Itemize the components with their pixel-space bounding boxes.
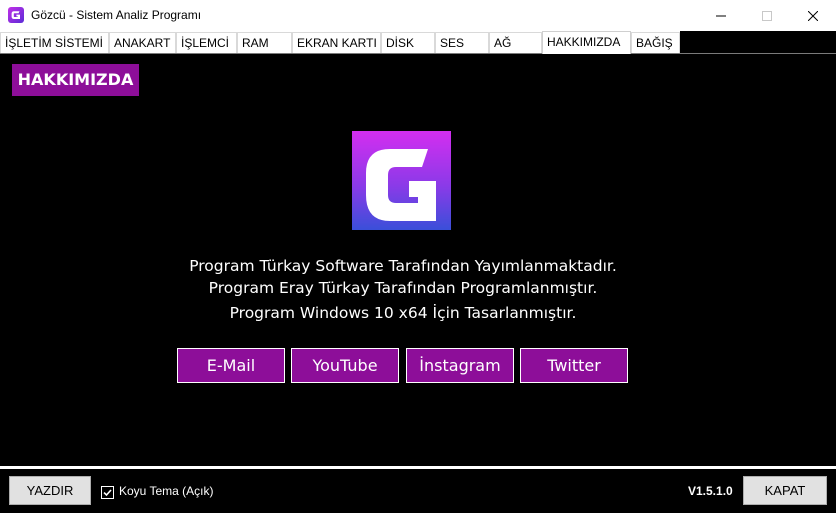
title-bar: Gözcü - Sistem Analiz Programı <box>0 0 836 31</box>
window-title: Gözcü - Sistem Analiz Programı <box>31 8 202 22</box>
g-logo-icon <box>8 7 24 23</box>
minimize-icon <box>716 15 726 16</box>
tab-islemci[interactable]: İŞLEMCİ <box>176 32 237 53</box>
tab-ekran-karti[interactable]: EKRAN KARTI <box>292 32 381 53</box>
tab-ram[interactable]: RAM <box>237 32 292 53</box>
maximize-button[interactable] <box>744 0 790 31</box>
youtube-button[interactable]: YouTube <box>291 348 399 383</box>
close-icon <box>808 10 818 21</box>
section-title: HAKKIMIZDA <box>12 64 139 96</box>
tab-ses[interactable]: SES <box>435 32 489 53</box>
twitter-button[interactable]: Twitter <box>520 348 628 383</box>
maximize-icon <box>762 10 772 21</box>
checkmark-icon <box>103 489 112 497</box>
info-line-platform: Program Windows 10 x64 İçin Tasarlanmışt… <box>229 304 577 322</box>
close-button[interactable] <box>790 0 836 31</box>
tab-hakkimizda[interactable]: HAKKIMIZDA <box>542 31 631 54</box>
version-label: V1.5.1.0 <box>688 484 733 498</box>
minimize-button[interactable] <box>698 0 744 31</box>
footer-bar: YAZDIR Koyu Tema (Açık) V1.5.1.0 KAPAT <box>0 469 836 513</box>
dark-theme-label[interactable]: Koyu Tema (Açık) <box>119 484 213 498</box>
print-button[interactable]: YAZDIR <box>9 476 91 505</box>
app-logo-icon <box>352 131 451 230</box>
instagram-button[interactable]: İnstagram <box>406 348 514 383</box>
info-line-publisher: Program Türkay Software Tarafından Yayım… <box>189 257 617 275</box>
email-button[interactable]: E-Mail <box>177 348 285 383</box>
info-line-developer: Program Eray Türkay Tarafından Programla… <box>208 279 598 297</box>
tab-disk[interactable]: DİSK <box>381 32 435 53</box>
tab-strip-filler <box>680 31 836 53</box>
tab-bagis[interactable]: BAĞIŞ <box>631 32 680 53</box>
about-panel: HAKKIMIZDA Program Türkay Software Taraf… <box>0 53 836 466</box>
tab-isletim-sistemi[interactable]: İŞLETİM SİSTEMİ <box>0 32 109 53</box>
close-app-button[interactable]: KAPAT <box>743 476 827 505</box>
tab-anakart[interactable]: ANAKART <box>109 32 176 53</box>
tab-ag[interactable]: AĞ <box>489 32 542 53</box>
dark-theme-checkbox[interactable] <box>101 486 114 499</box>
tab-strip: İŞLETİM SİSTEMİ ANAKART İŞLEMCİ RAM EKRA… <box>0 31 836 54</box>
